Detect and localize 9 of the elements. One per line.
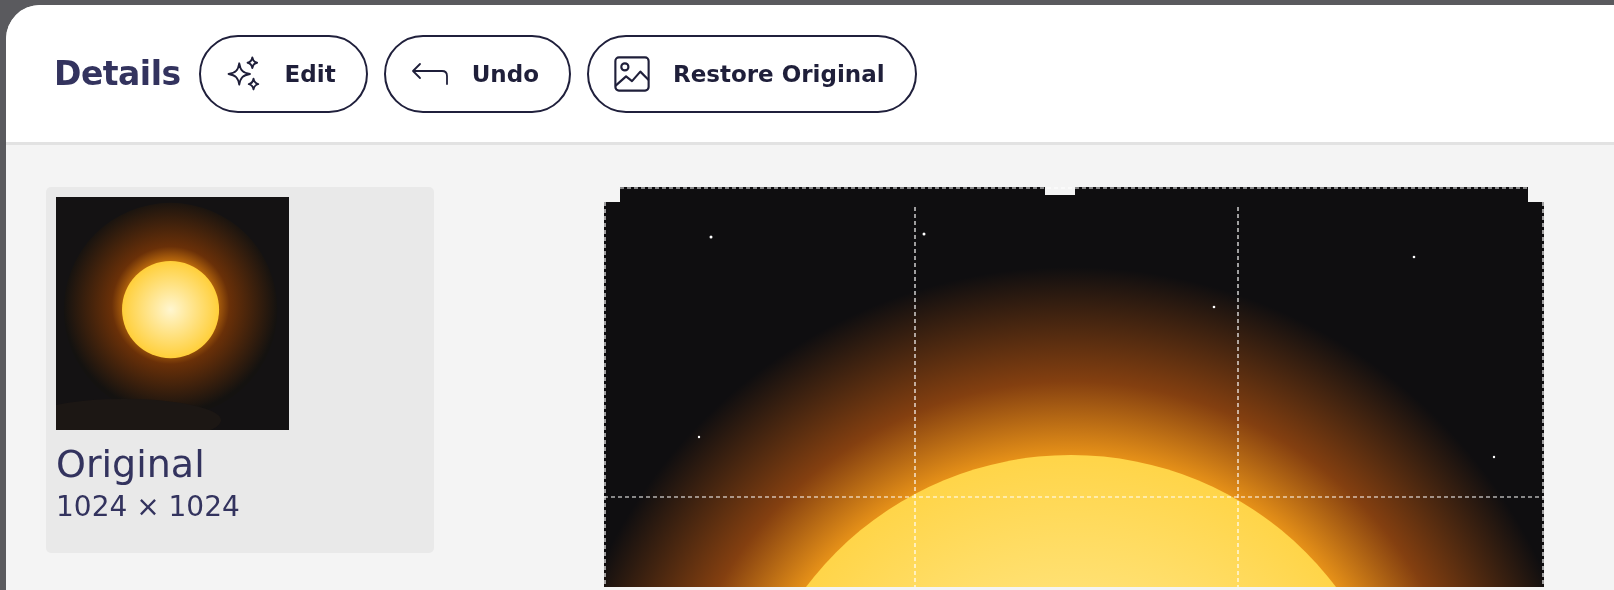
image-label: Original <box>56 444 205 486</box>
edit-button[interactable]: Edit <box>198 34 368 113</box>
crop-grid-drawing[interactable] <box>914 206 1239 587</box>
original-card[interactable]: Original 1024 × 1024 <box>46 187 434 553</box>
image-dimensions: 1024 × 1024 <box>56 489 240 523</box>
restore-button[interactable]: Restore Original <box>587 34 917 113</box>
panel-title: Details <box>54 54 181 93</box>
undo-button[interactable]: Undo <box>383 34 571 113</box>
image-icon <box>613 54 651 93</box>
